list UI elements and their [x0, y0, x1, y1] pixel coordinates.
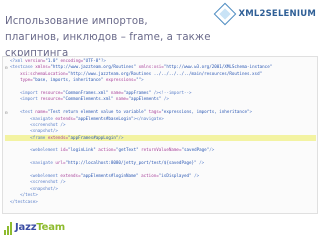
code-token: action= [141, 173, 159, 179]
xml2selenium-logo-icon [214, 2, 237, 26]
code-token: "loginLink" [68, 147, 99, 153]
code-token: name= [35, 109, 48, 115]
xml2selenium-logo-text: XML2SELENIUM [238, 9, 316, 19]
code-token: "http://www.jazzteam.org/Routines" [50, 64, 139, 70]
code-token: "1.0" [45, 58, 61, 63]
code-token: </testcase> [10, 198, 38, 204]
code-token: name= [110, 89, 124, 95]
code-token: xmlns= [35, 64, 51, 70]
code-token: "appFrames" [123, 89, 154, 95]
code-token: <import [10, 96, 41, 102]
jazzteam-logo-text: JazzTeam [15, 221, 65, 233]
code-token: name= [115, 96, 129, 102]
code-token: type= [10, 77, 33, 83]
slide-title-line-1: Использование импортов, [5, 16, 148, 27]
xml-code-editor: <?xml version="1.0" encoding="UTF-8"?> ⊟ <… [2, 56, 318, 214]
slide-title: Использование импортов, плагинов, инклюд… [5, 14, 245, 62]
code-token: tags= [148, 109, 162, 115]
code-token: <webelement [10, 173, 61, 179]
code-token: <navigate [10, 160, 56, 166]
code-token: xsi:schemaLocation= [10, 70, 68, 76]
code-token: "appFrames#appLogin" [68, 134, 119, 140]
code-token: <?xml [10, 58, 26, 63]
code-token: version= [25, 58, 46, 63]
code-token: </test> [10, 192, 38, 198]
code-token: "http://www.jazzteam.org/Routines ../../… [68, 70, 263, 76]
code-token: /> [199, 160, 205, 166]
code-token: <screenshot /> [10, 179, 66, 185]
code-token: resource= [40, 96, 63, 102]
code-token: <testcase [10, 64, 36, 70]
code-token: /> [163, 96, 169, 102]
code-token: action= [98, 147, 116, 153]
code-token: <navigate [10, 115, 56, 121]
code-token: /> [194, 173, 200, 179]
code-token: /><!--import--> [153, 89, 192, 95]
code-token: "http://www.w3.org/2001/XMLSchema-instan… [163, 64, 273, 70]
xml2selenium-logo: XML2SELENIUM [214, 2, 316, 26]
code-line: </testcase> [5, 199, 316, 205]
code-token: extends= [47, 134, 68, 140]
slide-title-line-2: плагинов, инклюдов – frame, а также скри… [5, 32, 211, 59]
code-token: ></navigate> [133, 115, 164, 121]
code-token: <snapshot/> [10, 128, 58, 134]
code-token: <screenshot /> [10, 121, 66, 127]
code-token: > [249, 109, 253, 115]
code-token: url= [55, 160, 66, 166]
code-token: "savedPage" [181, 147, 210, 153]
code-token: <snapshot/> [10, 185, 58, 191]
code-token: ?> [100, 58, 106, 63]
code-token: "appElements" [128, 96, 164, 102]
code-token: <import [10, 89, 41, 95]
code-token: returnValueName= [141, 147, 182, 153]
code-token: extends= [55, 115, 76, 121]
code-token: /> [209, 147, 215, 153]
code-token: <webelement [10, 147, 61, 153]
code-token: "appElements#loginName" [80, 173, 142, 179]
code-token: > [141, 77, 144, 83]
code-token: "http://localhost:8080/jetty_port/test/$… [65, 160, 200, 166]
code-token: "base, imports, inheritance" [32, 77, 106, 83]
code-token: <frame [10, 134, 48, 140]
code-token: "expressions, imports, inheritance" [161, 109, 250, 115]
code-token: "appElements#baseLogin" [75, 115, 134, 121]
code-token: <test [10, 109, 36, 115]
jazzteam-logo: JazzTeam [4, 218, 84, 236]
code-token: xmlns:xsi= [138, 64, 164, 70]
code-token: id= [60, 147, 68, 153]
code-token: resource= [40, 89, 63, 95]
code-token: "CommonElements.xml" [62, 96, 116, 102]
code-token: "getText" [115, 147, 142, 153]
code-token: extends= [60, 173, 81, 179]
code-token: "CommonFrames.xml" [62, 89, 111, 95]
jazzteam-bars-icon [4, 220, 13, 235]
code-token: expressions= [105, 77, 137, 83]
code-token: "Test return element value to variable" [47, 109, 149, 115]
code-token: /> [118, 134, 124, 140]
code-token: "isDisplayed" [158, 173, 195, 179]
code-token: encoding= [60, 58, 84, 63]
code-token: "UTF-8" [83, 58, 101, 63]
